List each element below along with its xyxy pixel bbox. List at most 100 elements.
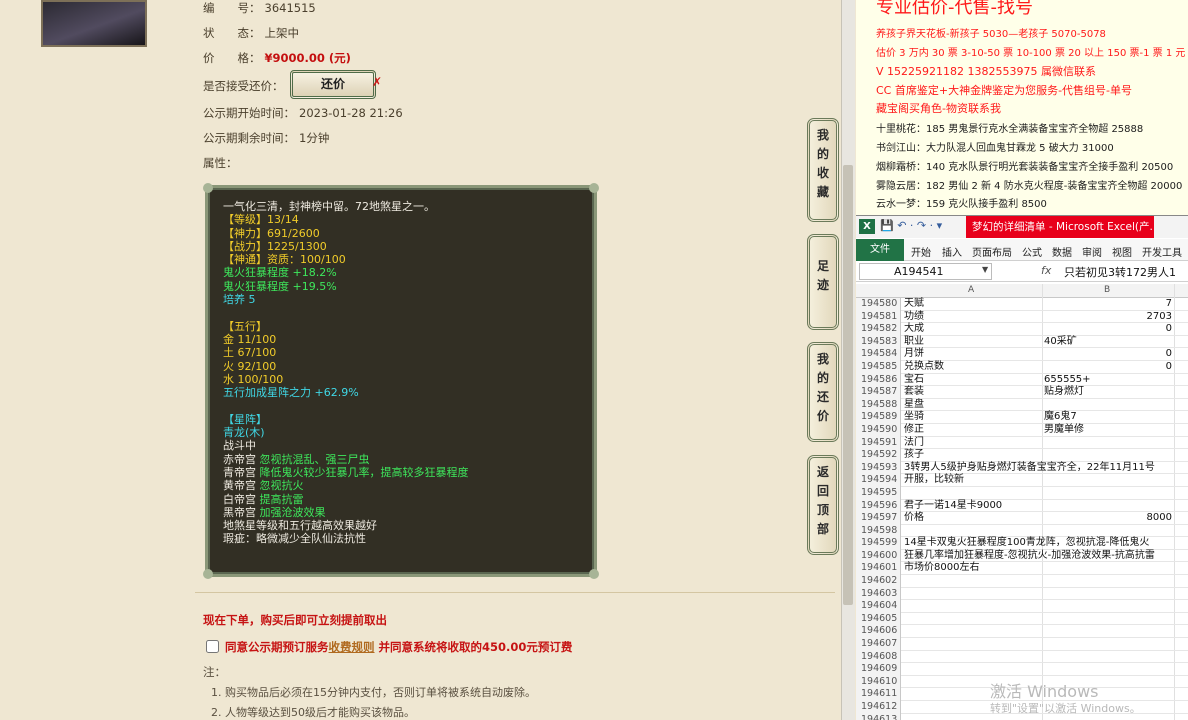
tab-view[interactable]: 视图 — [1112, 244, 1132, 259]
row-number[interactable]: 194607 — [856, 638, 901, 651]
pub-left-label: 公示期剩余时间： — [203, 131, 295, 145]
sheet-row[interactable]: 194594 开服，比较新 — [856, 474, 1188, 487]
column-b-header[interactable]: B — [1104, 285, 1110, 295]
sheet-row[interactable]: 194596 君子一诺14星卡9000 — [856, 499, 1188, 513]
tab-developer[interactable]: 开发工具 — [1142, 244, 1182, 259]
row-number[interactable]: 194606 — [856, 625, 901, 639]
row-number[interactable]: 194612 — [856, 701, 901, 714]
row-number[interactable]: 194590 — [856, 423, 901, 437]
row-number[interactable]: 194604 — [856, 600, 901, 613]
row-number[interactable]: 194586 — [856, 373, 901, 387]
sheet-row[interactable]: 194606 — [856, 625, 1188, 639]
row-number[interactable]: 194585 — [856, 360, 901, 374]
cell-a: 君子一诺14星卡9000 — [904, 499, 1003, 511]
row-number[interactable]: 194609 — [856, 663, 901, 676]
sheet-row[interactable]: 194602 — [856, 575, 1188, 588]
row-number[interactable]: 194591 — [856, 436, 901, 450]
row-number[interactable]: 194610 — [856, 675, 901, 689]
fee-rule-link[interactable]: 收费规则 — [329, 640, 375, 654]
row-number[interactable]: 194594 — [856, 474, 901, 487]
tab-footprint[interactable]: 足迹 — [807, 234, 839, 330]
tab-home[interactable]: 开始 — [911, 244, 931, 259]
sheet-row[interactable]: 194607 — [856, 638, 1188, 651]
cell-a: 大成 — [904, 323, 924, 335]
sheet-row[interactable]: 194589 坐骑 魔6鬼7 — [856, 411, 1188, 424]
row-number[interactable]: 194611 — [856, 688, 901, 701]
tab-insert[interactable]: 插入 — [942, 244, 962, 259]
row-number[interactable]: 194592 — [856, 449, 901, 462]
sheet-row[interactable]: 194587 套装 贴身燃灯 — [856, 386, 1188, 399]
row-number[interactable]: 194600 — [856, 549, 901, 563]
row-number[interactable]: 194602 — [856, 575, 901, 588]
sheet-row[interactable]: 194593 3转男人5级护身贴身燃灯装备宝宝齐全，22年11月11号 — [856, 461, 1188, 475]
row-number[interactable]: 194582 — [856, 323, 901, 336]
row-number[interactable]: 194581 — [856, 310, 901, 324]
corner-ornament — [203, 183, 213, 193]
tab-formulas[interactable]: 公式 — [1022, 244, 1042, 259]
sheet-row[interactable]: 194585 兑换点数 0 — [856, 360, 1188, 374]
sheet-row[interactable]: 194601 市场价8000左右 — [856, 562, 1188, 576]
page-scrollbar-thumb[interactable] — [843, 165, 853, 605]
sheet-row[interactable]: 194581 功绩 2703 — [856, 310, 1188, 324]
sheet-row[interactable]: 194599 14星卡双鬼火狂暴程度100青龙阵，忽视抗混-降低鬼火 — [856, 537, 1188, 550]
sheet-row[interactable]: 194598 — [856, 524, 1188, 538]
tab-page-layout[interactable]: 页面布局 — [972, 244, 1012, 259]
sheet-row[interactable]: 194603 — [856, 587, 1188, 601]
row-number[interactable]: 194595 — [856, 486, 901, 500]
quick-access-toolbar[interactable]: 💾 ↶ · ↷ · ▾ — [880, 219, 942, 232]
spreadsheet-grid[interactable]: 194580 天赋 7 194581 功绩 2703 194582 大成 0 194583 职业 40… — [856, 298, 1188, 720]
row-number[interactable]: 194613 — [856, 713, 901, 720]
sheet-row[interactable]: 194592 孩子 — [856, 449, 1188, 462]
row-number[interactable]: 194601 — [856, 562, 901, 576]
row-number[interactable]: 194597 — [856, 512, 901, 525]
row-number[interactable]: 194589 — [856, 411, 901, 424]
sheet-row[interactable]: 194591 法门 — [856, 436, 1188, 450]
cell-a: 修正 — [904, 423, 924, 435]
sheet-row[interactable]: 194609 — [856, 663, 1188, 676]
sheet-row[interactable]: 194586 宝石 655555+ — [856, 373, 1188, 387]
row-number[interactable]: 194603 — [856, 587, 901, 601]
attr-row: 属性： — [203, 155, 238, 171]
row-number[interactable]: 194593 — [856, 461, 901, 475]
sheet-row[interactable]: 194608 — [856, 650, 1188, 664]
sheet-row[interactable]: 194605 — [856, 612, 1188, 626]
column-a-header[interactable]: A — [968, 285, 974, 295]
tab-review[interactable]: 审阅 — [1082, 244, 1102, 259]
sheet-row[interactable]: 194604 — [856, 600, 1188, 613]
row-number[interactable]: 194599 — [856, 537, 901, 550]
sheet-row[interactable]: 194580 天赋 7 — [856, 298, 1188, 311]
sheet-row[interactable]: 194582 大成 0 — [856, 323, 1188, 336]
sheet-row[interactable]: 194588 星盘 — [856, 398, 1188, 412]
tab-my-favorites[interactable]: 我的收藏 — [807, 118, 839, 222]
tab-data[interactable]: 数据 — [1052, 244, 1072, 259]
attribute-line: 黄帝宫 忽视抗火 — [223, 479, 469, 492]
sheet-row[interactable]: 194583 职业 40采矿 — [856, 335, 1188, 349]
sheet-row[interactable]: 194595 — [856, 486, 1188, 500]
sheet-row[interactable]: 194590 修正 男魔单修 — [856, 423, 1188, 437]
tab-file[interactable]: 文件 — [856, 239, 904, 261]
attribute-panel: 一气化三清，封神榜中留。72地煞星之一。 【等级】13/14 【神力】691/260… — [203, 183, 599, 579]
name-box[interactable]: A194541 — [859, 263, 992, 280]
doc-line: 养孩子界天花板-新孩子 5030—老孩子 5070-5078 — [876, 29, 1106, 40]
agree-checkbox[interactable] — [206, 640, 219, 653]
row-number[interactable]: 194580 — [856, 298, 901, 311]
row-number[interactable]: 194598 — [856, 524, 901, 538]
sheet-row[interactable]: 194597 价格 8000 — [856, 512, 1188, 525]
row-number[interactable]: 194587 — [856, 386, 901, 399]
row-number[interactable]: 194605 — [856, 612, 901, 626]
tab-back-to-top[interactable]: 返回顶部 — [807, 455, 839, 555]
formula-input[interactable]: 只若初见3转172男人1 — [1064, 264, 1176, 280]
fx-icon[interactable]: fx — [1041, 264, 1051, 277]
sheet-row[interactable]: 194584 月饼 0 — [856, 348, 1188, 361]
chevron-down-icon[interactable]: ▼ — [982, 265, 988, 274]
row-number[interactable]: 194596 — [856, 499, 901, 513]
row-number[interactable]: 194588 — [856, 398, 901, 412]
bargain-button[interactable]: 还价 — [290, 70, 376, 99]
bargain-close-icon[interactable]: ✗ — [372, 75, 382, 89]
tab-my-bargains[interactable]: 我的还价 — [807, 342, 839, 442]
doc-line: 云水一梦：159 克火队接手盈利 8500 — [876, 199, 1047, 210]
row-number[interactable]: 194608 — [856, 650, 901, 664]
sheet-row[interactable]: 194600 狂暴几率增加狂暴程度-忽视抗火-加强沧波效果-抗高抗雷 — [856, 549, 1188, 563]
row-number[interactable]: 194584 — [856, 348, 901, 361]
row-number[interactable]: 194583 — [856, 335, 901, 349]
